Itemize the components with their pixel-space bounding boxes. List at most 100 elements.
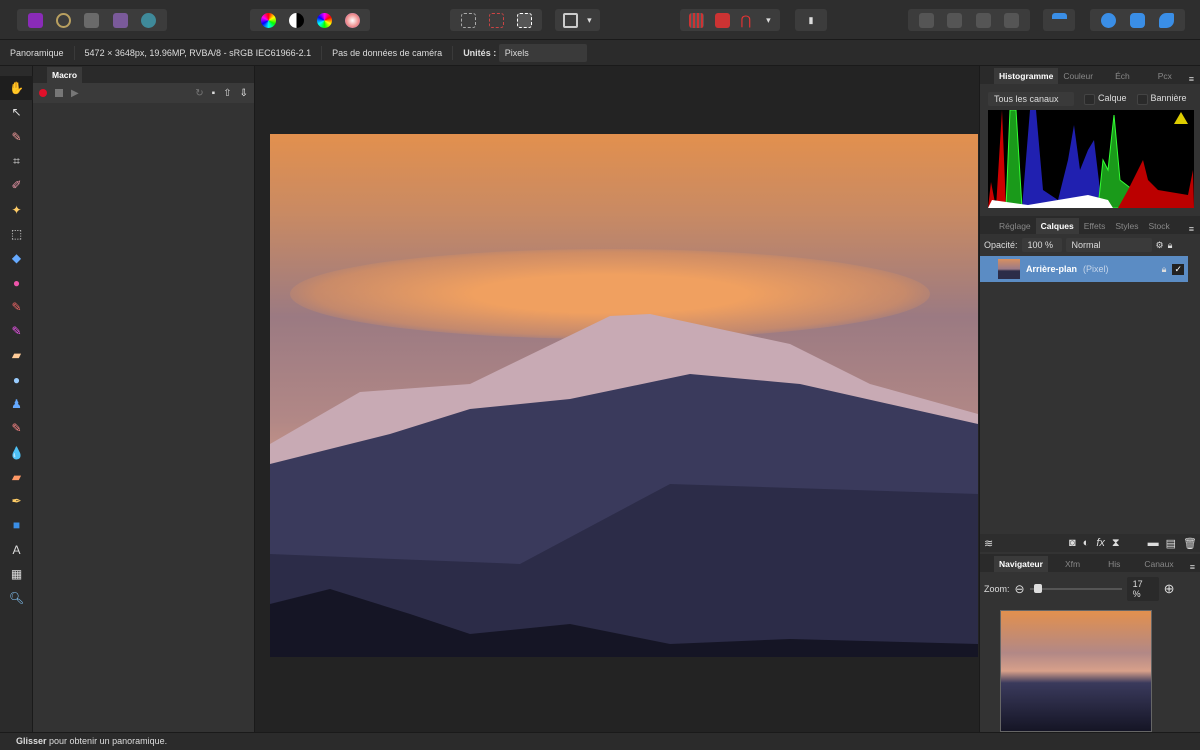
zoom-field[interactable]: 17 % xyxy=(1126,577,1159,601)
export-icon[interactable]: ⇧ xyxy=(223,88,231,99)
navigator-preview[interactable] xyxy=(1000,610,1152,732)
magic-wand-tool[interactable]: ✦ xyxy=(0,197,33,221)
live-filter-icon[interactable]: ⧗ xyxy=(1112,537,1120,550)
selection-brush-tool[interactable]: ✐ xyxy=(0,173,33,197)
channel-select[interactable]: Tous les canaux xyxy=(988,92,1074,106)
view-tool[interactable]: ✋ xyxy=(0,76,33,101)
move-forward-icon[interactable] xyxy=(975,12,991,28)
chevron-down-icon[interactable]: ▾ xyxy=(587,15,592,26)
gradient-tool[interactable]: ● xyxy=(0,270,33,294)
layer-checkbox[interactable] xyxy=(1084,93,1095,105)
units-select[interactable]: Pixels xyxy=(498,43,587,62)
shape-tool[interactable]: ■ xyxy=(0,513,33,537)
paint-brush-tool[interactable]: ✎ xyxy=(0,295,33,319)
magnet-icon[interactable]: ⋂ xyxy=(741,13,756,28)
tab-macro[interactable]: Macro xyxy=(47,67,83,83)
zoom-in-icon[interactable]: ⊕ xyxy=(1164,581,1175,597)
hand-cursor-button[interactable]: ▮ xyxy=(795,9,827,31)
healing-tool[interactable]: ▰ xyxy=(0,465,33,489)
units-label: Unités : xyxy=(463,47,497,58)
text-tool[interactable]: A xyxy=(0,538,33,562)
quick-mask-group[interactable]: ▾ xyxy=(555,9,600,31)
adjustment-icon[interactable]: ◐ xyxy=(1083,537,1090,549)
layer-lock-icon[interactable]: 🔒︎ xyxy=(1162,264,1167,275)
tab-layers[interactable]: Calques xyxy=(1035,218,1079,234)
add-to-library-icon[interactable]: ▪ xyxy=(212,88,216,99)
tab-histogram[interactable]: Histogramme xyxy=(994,68,1059,84)
document-image[interactable] xyxy=(270,134,978,657)
crop-tool[interactable]: ⌗ xyxy=(0,149,33,173)
pen-tool[interactable]: ✒ xyxy=(0,489,33,513)
tab-effects[interactable]: Effets xyxy=(1079,218,1111,234)
import-icon[interactable]: ⇩ xyxy=(240,88,248,99)
grid-icon[interactable] xyxy=(689,12,705,28)
move-tool[interactable]: ↖ xyxy=(0,100,33,124)
opacity-field[interactable]: 100 % xyxy=(1021,238,1062,252)
visibility-checkbox[interactable]: ✓ xyxy=(1172,263,1184,275)
trash-icon[interactable]: 🗑︎ xyxy=(1183,537,1197,550)
erase-tool[interactable]: ▰ xyxy=(0,343,33,367)
blend-mode-select[interactable]: Normal xyxy=(1065,238,1152,252)
liquify-persona-icon[interactable] xyxy=(56,12,72,28)
subtract-icon[interactable] xyxy=(1130,12,1145,28)
move-front-icon[interactable] xyxy=(1004,12,1020,28)
tone-mapping-persona-icon[interactable] xyxy=(112,12,128,28)
select-all-icon[interactable] xyxy=(460,12,476,28)
fx-icon[interactable]: fx xyxy=(1096,537,1105,549)
intersect-icon[interactable] xyxy=(1159,12,1174,28)
layer-row[interactable]: Arrière-plan (Pixel) 🔒︎ ✓ xyxy=(980,256,1188,282)
tab-swatches[interactable]: Éch xyxy=(1110,68,1135,84)
panel-menu-icon[interactable]: ≡ xyxy=(1190,562,1195,572)
color-picker-tool[interactable]: ✎ xyxy=(0,125,33,149)
color-balance-icon[interactable] xyxy=(316,12,332,28)
tab-brushes[interactable]: Pcx xyxy=(1153,68,1177,84)
chevron-down-icon[interactable]: ▾ xyxy=(766,15,771,26)
clone-tool[interactable]: ♟ xyxy=(0,392,33,416)
zoom-tool[interactable]: 🔍︎ xyxy=(0,586,33,610)
invert-selection-icon[interactable] xyxy=(516,12,532,28)
blur-tool[interactable]: 💧 xyxy=(0,440,33,464)
color-replace-tool[interactable]: ✎ xyxy=(0,319,33,343)
add-icon[interactable] xyxy=(1101,12,1116,28)
stop-button[interactable] xyxy=(55,89,63,97)
tab-stock[interactable]: Stock xyxy=(1143,218,1174,234)
folder-icon[interactable]: ▬ xyxy=(1148,537,1159,549)
lock-icon[interactable]: 🔒︎ xyxy=(1168,240,1173,251)
layers-stack-icon[interactable]: ≋ xyxy=(984,537,993,550)
fill-tool[interactable]: ◆ xyxy=(0,246,33,270)
dodge-tool[interactable]: ● xyxy=(0,368,33,392)
reset-icon[interactable]: ↻ xyxy=(195,88,203,99)
tab-styles[interactable]: Styles xyxy=(1110,218,1143,234)
mesh-warp-tool[interactable]: ▦ xyxy=(0,562,33,586)
assistant-icon[interactable] xyxy=(714,12,730,28)
marquee-tool[interactable]: ⬚ xyxy=(0,222,33,246)
mask-icon[interactable]: ◙ xyxy=(1069,537,1076,549)
develop-persona-icon[interactable] xyxy=(84,12,100,28)
white-balance-icon[interactable] xyxy=(344,12,360,28)
tab-navigator[interactable]: Navigateur xyxy=(994,556,1048,572)
tab-history[interactable]: His xyxy=(1103,556,1125,572)
red-eye-tool[interactable]: ✎ xyxy=(0,416,33,440)
tab-transform[interactable]: Xfm xyxy=(1060,556,1085,572)
add-layer-icon[interactable]: ▤ xyxy=(1166,537,1176,550)
zoom-slider[interactable] xyxy=(1029,584,1122,593)
panel-menu-icon[interactable]: ≡ xyxy=(1189,74,1194,84)
align-button[interactable] xyxy=(1043,9,1075,31)
play-button[interactable]: ▶ xyxy=(71,88,79,99)
banner-checkbox[interactable] xyxy=(1136,93,1148,105)
zoom-out-icon[interactable]: ⊖ xyxy=(1015,582,1025,596)
panel-menu-icon[interactable]: ≡ xyxy=(1189,224,1194,234)
gear-icon[interactable]: ⚙ xyxy=(1156,240,1164,251)
photo-persona-icon[interactable] xyxy=(27,12,43,28)
record-button[interactable] xyxy=(39,89,47,97)
tab-adjustments[interactable]: Réglage xyxy=(994,218,1036,234)
move-backward-icon[interactable] xyxy=(947,12,963,28)
deselect-icon[interactable] xyxy=(488,12,504,28)
levels-icon[interactable] xyxy=(260,12,276,28)
tab-color[interactable]: Couleur xyxy=(1058,68,1098,84)
tab-channels[interactable]: Canaux xyxy=(1139,556,1178,572)
move-back-icon[interactable] xyxy=(918,12,934,28)
contrast-icon[interactable] xyxy=(288,12,304,28)
export-persona-icon[interactable] xyxy=(141,12,157,28)
quick-mask-icon[interactable] xyxy=(563,12,579,28)
